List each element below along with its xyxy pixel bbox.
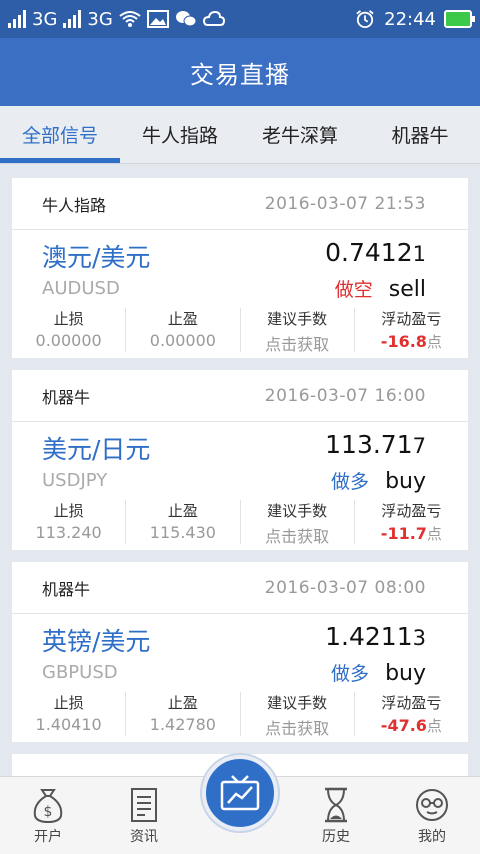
lots-label: 建议手数 (267, 694, 328, 712)
take-profit-label: 止盈 (167, 694, 198, 712)
signal-strength-icon (63, 10, 82, 28)
nav-mine[interactable]: 我的 (384, 777, 480, 854)
price: 113.717 (325, 430, 426, 459)
tab-expert-guide[interactable]: 牛人指路 (120, 106, 240, 163)
signal-source: 机器牛 (42, 579, 91, 599)
bottom-nav: $ 开户 资讯 历史 我的 (0, 755, 480, 854)
pair-name: 澳元/美元 (42, 243, 151, 272)
signal-list[interactable]: 牛人指路 2016-03-07 21:53 澳元/美元 AUDUSD 0.741… (0, 164, 480, 776)
lots-get-link[interactable]: 点击获取 (241, 715, 354, 739)
status-bar: 3G 3G 22:44 (0, 0, 480, 38)
signal-time: 2016-03-07 08:00 (264, 577, 426, 598)
lots-label: 建议手数 (267, 310, 328, 328)
float-pl-label: 浮动盈亏 (381, 502, 442, 520)
stop-loss-label: 止损 (53, 694, 84, 712)
network-type: 3G (32, 8, 58, 30)
signal-source: 牛人指路 (42, 195, 107, 215)
lots-label: 建议手数 (267, 502, 328, 520)
signal-card[interactable]: 牛人指路 2016-03-07 21:53 澳元/美元 AUDUSD 0.741… (12, 178, 468, 358)
pair-code: GBPUSD (42, 662, 118, 683)
take-profit-label: 止盈 (167, 310, 198, 328)
pair-code: USDJPY (42, 470, 108, 491)
direction-en: buy (385, 469, 426, 494)
take-profit-value: 115.430 (149, 523, 216, 542)
wechat-icon (175, 11, 197, 27)
signal-source: 机器牛 (42, 387, 91, 407)
take-profit-value: 1.42780 (149, 715, 216, 734)
float-pl-label: 浮动盈亏 (381, 310, 442, 328)
cloud-icon (202, 10, 225, 26)
svg-text:$: $ (44, 804, 53, 820)
network-type: 3G (87, 8, 113, 30)
nav-center (192, 755, 288, 854)
pair-name: 美元/日元 (42, 435, 151, 464)
tab-all-signals[interactable]: 全部信号 (0, 106, 120, 163)
tv-chart-icon (220, 775, 260, 811)
direction-cn: 做多 (331, 471, 370, 493)
signal-strength-icon (8, 10, 26, 28)
document-icon (131, 788, 157, 822)
direction-cn: 做空 (334, 279, 373, 301)
image-icon (146, 10, 169, 28)
direction-cn: 做多 (331, 663, 370, 685)
hourglass-icon (325, 787, 347, 823)
float-pl-label: 浮动盈亏 (381, 694, 442, 712)
pair-code: AUDUSD (42, 278, 120, 299)
stop-loss-value: 113.240 (35, 523, 102, 542)
user-profile-icon (416, 789, 448, 821)
nav-open-account[interactable]: $ 开户 (0, 777, 96, 854)
battery-icon (444, 10, 475, 28)
signal-card[interactable]: 机器牛 2016-03-07 16:00 美元/日元 USDJPY 113.71… (12, 370, 468, 550)
float-pl-value: -16.8点 (380, 332, 442, 351)
nav-news[interactable]: 资讯 (96, 777, 192, 854)
stop-loss-value: 1.40410 (35, 715, 102, 734)
direction-en: sell (388, 277, 426, 302)
stop-loss-value: 0.00000 (35, 331, 102, 350)
direction-en: buy (385, 661, 426, 686)
signal-time: 2016-03-07 16:00 (264, 385, 426, 406)
wifi-icon (119, 11, 141, 27)
lots-get-link[interactable]: 点击获取 (241, 331, 354, 355)
price: 1.42113 (325, 622, 426, 651)
money-bag-icon: $ (33, 789, 63, 824)
page-title: 交易直播 (0, 38, 480, 106)
signal-time: 2016-03-07 21:53 (264, 193, 426, 214)
float-pl-value: -47.6点 (380, 716, 442, 735)
clock-time: 22:44 (384, 8, 436, 30)
stop-loss-label: 止损 (53, 502, 84, 520)
signal-tabs: 全部信号 牛人指路 老牛深算 机器牛 (0, 106, 480, 164)
take-profit-value: 0.00000 (149, 331, 216, 350)
take-profit-label: 止盈 (167, 502, 198, 520)
price: 0.74121 (325, 238, 426, 267)
live-trading-button[interactable] (202, 755, 278, 831)
alarm-clock-icon (356, 10, 374, 28)
stop-loss-label: 止损 (53, 310, 84, 328)
float-pl-value: -11.7点 (380, 524, 442, 543)
tab-robot[interactable]: 机器牛 (360, 106, 480, 163)
lots-get-link[interactable]: 点击获取 (241, 523, 354, 547)
pair-name: 英镑/美元 (42, 627, 151, 656)
tab-deep-analysis[interactable]: 老牛深算 (240, 106, 360, 163)
signal-card[interactable]: 机器牛 2016-03-07 08:00 英镑/美元 GBPUSD 1.4211… (12, 562, 468, 742)
nav-history[interactable]: 历史 (288, 777, 384, 854)
